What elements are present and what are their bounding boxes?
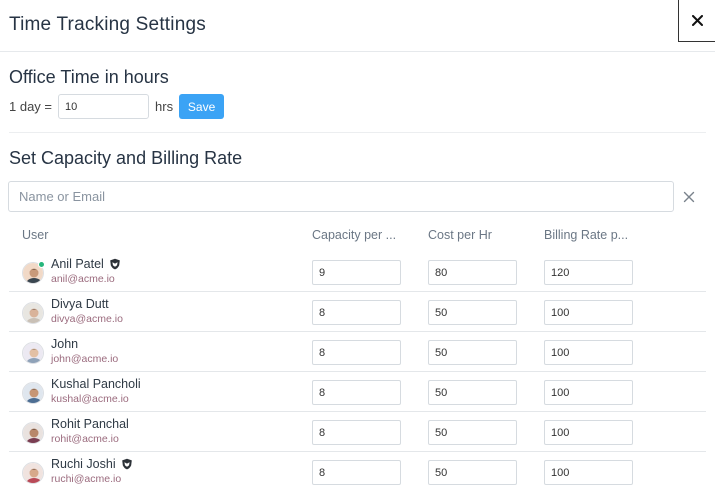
avatar — [22, 462, 44, 484]
cost-per-hour-input[interactable] — [428, 340, 517, 365]
day-label: 1 day = — [9, 99, 53, 114]
billing-rate-input[interactable] — [544, 380, 633, 405]
cost-per-hour-input[interactable] — [428, 420, 517, 445]
user-email: kushal@acme.io — [51, 393, 129, 405]
user-email: john@acme.io — [51, 353, 119, 365]
shield-icon — [110, 258, 120, 270]
avatar — [22, 422, 44, 444]
cost-per-hour-input[interactable] — [428, 380, 517, 405]
office-time-title: Office Time in hours — [9, 67, 169, 87]
office-hours-input[interactable] — [58, 94, 150, 119]
user-name: Divya Dutt — [51, 297, 109, 311]
modal-header: Time Tracking Settings — [0, 0, 715, 52]
avatar — [22, 382, 44, 404]
user-name-row: Rohit Panchal — [51, 417, 129, 431]
user-name: Kushal Pancholi — [51, 377, 141, 391]
cost-per-hour-input[interactable] — [428, 300, 517, 325]
user-email: rohit@acme.io — [51, 433, 119, 445]
column-header-user: User — [22, 228, 49, 242]
user-name: Ruchi Joshi — [51, 457, 116, 471]
table-row: John john@acme.io — [9, 332, 706, 372]
user-name-row: John — [51, 337, 78, 351]
avatar — [22, 342, 44, 364]
user-name: John — [51, 337, 79, 351]
user-list: Anil Patel anil@acme.io Divya Dutt divya… — [9, 252, 706, 486]
save-button[interactable]: Save — [179, 94, 225, 119]
column-header-billing[interactable]: Billing Rate p... — [544, 228, 628, 242]
column-header-cost[interactable]: Cost per Hr — [428, 228, 492, 242]
online-status-dot — [38, 261, 45, 268]
user-name-row: Divya Dutt — [51, 297, 109, 311]
user-email: ruchi@acme.io — [51, 473, 122, 485]
billing-rate-input[interactable] — [544, 300, 633, 325]
column-header-capacity[interactable]: Capacity per ... — [312, 228, 396, 242]
user-email: anil@acme.io — [51, 273, 115, 285]
section-divider — [9, 132, 706, 133]
capacity-input[interactable] — [312, 300, 401, 325]
cost-per-hour-input[interactable] — [428, 460, 517, 485]
capacity-title: Set Capacity and Billing Rate — [9, 148, 243, 168]
cost-per-hour-input[interactable] — [428, 260, 517, 285]
modal-title: Time Tracking Settings — [9, 14, 206, 35]
search-input[interactable] — [8, 181, 674, 212]
user-email: divya@acme.io — [51, 313, 123, 325]
table-row: Kushal Pancholi kushal@acme.io — [9, 372, 706, 412]
billing-rate-input[interactable] — [544, 260, 633, 285]
user-name: Rohit Panchal — [51, 417, 129, 431]
table-row: Rohit Panchal rohit@acme.io — [9, 412, 706, 452]
office-time-row: 1 day = hrs Save — [9, 94, 225, 119]
table-row: Ruchi Joshi ruchi@acme.io — [9, 452, 706, 486]
billing-rate-input[interactable] — [544, 420, 633, 445]
shield-icon — [121, 458, 132, 470]
close-icon — [691, 15, 703, 26]
capacity-input[interactable] — [312, 460, 401, 485]
capacity-input[interactable] — [312, 420, 401, 445]
billing-rate-input[interactable] — [544, 460, 633, 485]
user-name-row: Ruchi Joshi — [51, 457, 133, 471]
capacity-input[interactable] — [312, 260, 401, 285]
clear-search-icon[interactable] — [681, 189, 697, 205]
billing-rate-input[interactable] — [544, 340, 633, 365]
user-name-row: Anil Patel — [51, 257, 121, 271]
user-name: Anil Patel — [51, 257, 104, 271]
capacity-input[interactable] — [312, 340, 401, 365]
user-name-row: Kushal Pancholi — [51, 377, 141, 391]
table-row: Divya Dutt divya@acme.io — [9, 292, 706, 332]
capacity-input[interactable] — [312, 380, 401, 405]
close-button[interactable] — [678, 0, 715, 42]
table-row: Anil Patel anil@acme.io — [9, 252, 706, 292]
avatar — [22, 302, 44, 324]
hrs-label: hrs — [155, 99, 174, 114]
